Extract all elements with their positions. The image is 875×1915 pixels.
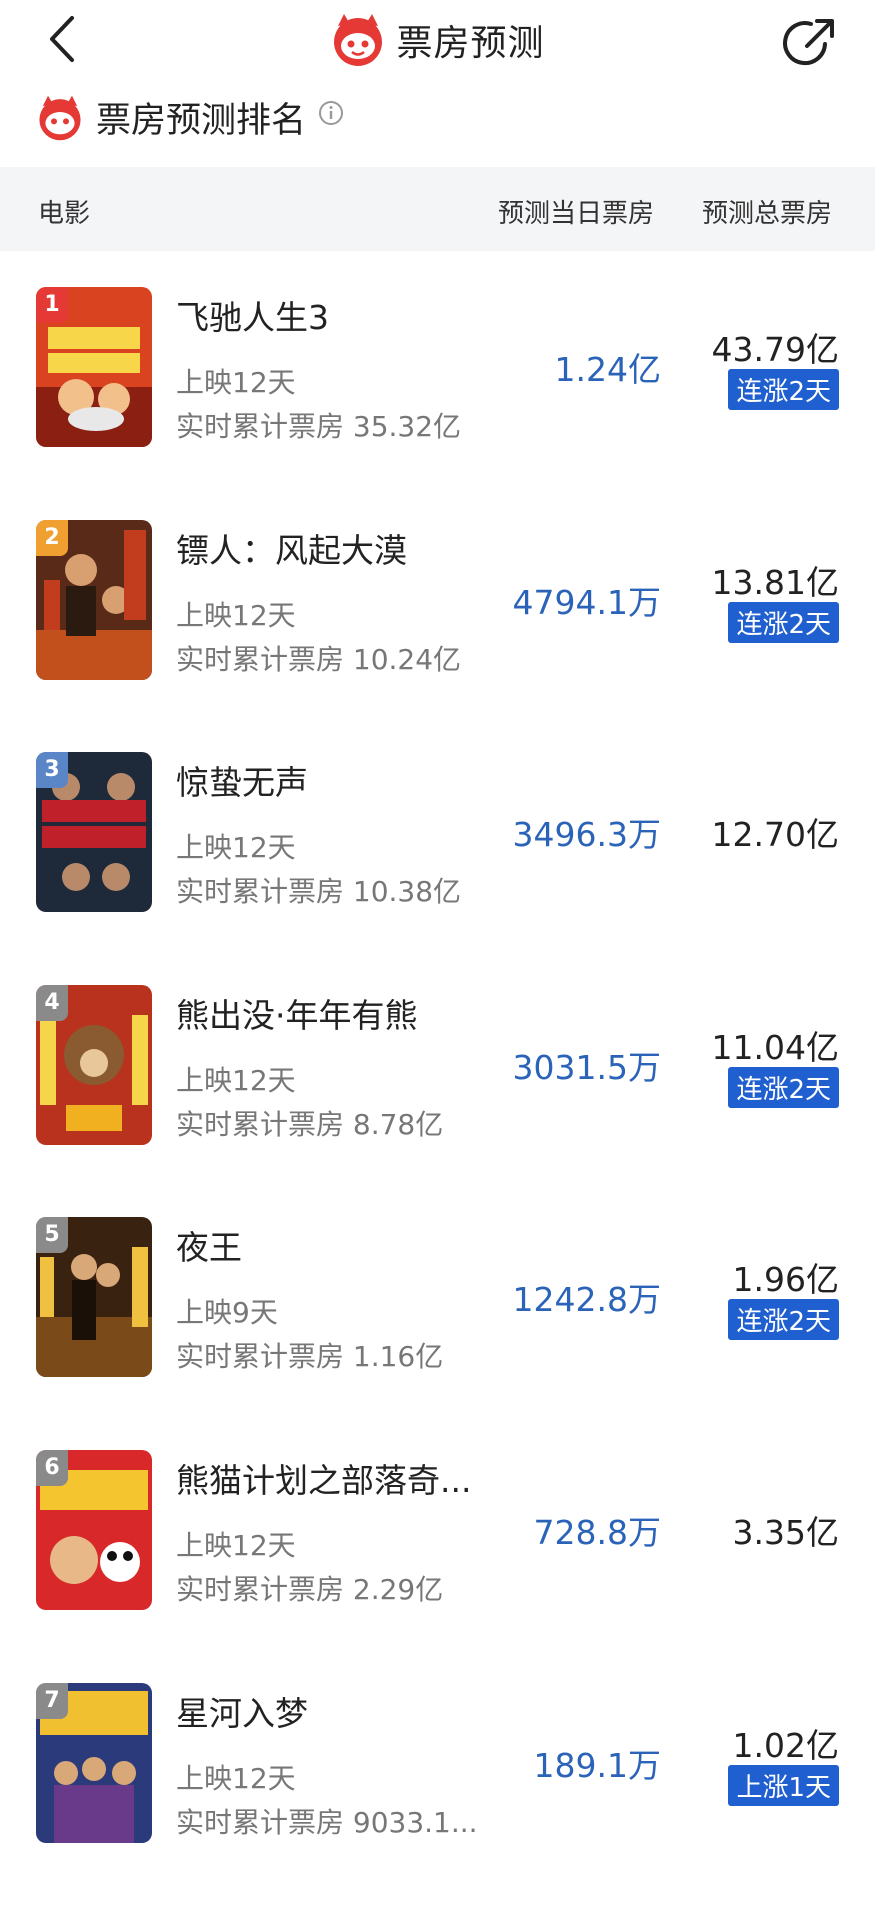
cumulative-box-office: 实时累计票房 10.24亿	[176, 643, 462, 676]
total-forecast-value: 1.02亿	[732, 1726, 839, 1765]
movie-row[interactable]: 6 熊猫计划之部落奇... 上映12天 实时累计票房 2.29亿 728.8万 …	[0, 1450, 875, 1682]
maoyan-cat-logo-icon	[334, 14, 383, 66]
movie-row[interactable]: 7 星河入梦 上映12天 实时累计票房 9033.1... 189.1万 1.0…	[0, 1683, 875, 1915]
days-released: 上映12天	[176, 1529, 296, 1562]
day-forecast-value: 3496.3万	[512, 815, 661, 854]
day-forecast-value: 1.24亿	[554, 350, 661, 389]
movie-title[interactable]: 星河入梦	[176, 1687, 308, 1735]
rank-badge: 1	[36, 287, 68, 323]
movie-row[interactable]: 1 飞驰人生3 上映12天 实时累计票房 35.32亿 1.24亿 43.79亿…	[0, 287, 875, 519]
movie-row[interactable]: 4 熊出没·年年有熊 上映12天 实时累计票房 8.78亿 3031.5万 11…	[0, 985, 875, 1217]
cumulative-box-office: 实时累计票房 8.78亿	[176, 1108, 444, 1141]
table-header: 电影 预测当日票房 预测总票房	[0, 167, 875, 251]
movie-poster: 2	[36, 520, 152, 680]
day-forecast-value: 189.1万	[533, 1746, 661, 1785]
movie-poster: 7	[36, 1683, 152, 1843]
rank-badge: 7	[36, 1683, 68, 1719]
movie-title[interactable]: 镖人：风起大漠	[176, 524, 407, 572]
rank-badge: 3	[36, 752, 68, 788]
section-title: 票房预测排名	[96, 101, 307, 141]
days-released: 上映12天	[176, 1064, 296, 1097]
trend-badge: 连涨2天	[728, 369, 839, 410]
trend-badge: 连涨2天	[728, 602, 839, 643]
cumulative-box-office: 实时累计票房 2.29亿	[176, 1573, 444, 1606]
movie-title[interactable]: 夜王	[176, 1221, 242, 1269]
rank-badge: 5	[36, 1217, 68, 1253]
maoyan-cat-small-icon	[39, 95, 81, 140]
cumulative-box-office: 实时累计票房 9033.1...	[176, 1806, 478, 1839]
section-heading: 票房预测排名	[36, 92, 344, 143]
rank-badge: 4	[36, 985, 68, 1021]
movie-title[interactable]: 飞驰人生3	[176, 291, 329, 339]
days-released: 上映12天	[176, 599, 296, 632]
movie-row[interactable]: 2 镖人：风起大漠 上映12天 实时累计票房 10.24亿 4794.1万 13…	[0, 520, 875, 752]
total-forecast-value: 13.81亿	[711, 563, 839, 602]
day-forecast-value: 728.8万	[533, 1513, 661, 1552]
movie-title[interactable]: 惊蛰无声	[176, 756, 308, 804]
movie-row[interactable]: 5 夜王 上映9天 实时累计票房 1.16亿 1242.8万 1.96亿 连涨2…	[0, 1217, 875, 1449]
days-released: 上映12天	[176, 366, 296, 399]
cumulative-box-office: 实时累计票房 10.38亿	[176, 875, 462, 908]
total-forecast-value: 1.96亿	[732, 1260, 839, 1299]
top-bar: 票房预测	[0, 0, 875, 86]
cumulative-box-office: 实时累计票房 1.16亿	[176, 1340, 444, 1373]
movie-poster: 5	[36, 1217, 152, 1377]
day-forecast-value: 1242.8万	[512, 1280, 661, 1319]
movie-row[interactable]: 3 惊蛰无声 上映12天 实时累计票房 10.38亿 3496.3万 12.70…	[0, 752, 875, 984]
total-forecast-value: 43.79亿	[711, 330, 839, 369]
trend-badge: 连涨2天	[728, 1067, 839, 1108]
days-released: 上映12天	[176, 1762, 296, 1795]
total-forecast-value: 11.04亿	[711, 1028, 839, 1067]
movie-title[interactable]: 熊出没·年年有熊	[176, 989, 418, 1037]
trend-badge: 上涨1天	[728, 1765, 839, 1806]
column-header-movie: 电影	[38, 199, 91, 229]
page-title: 票房预测	[396, 23, 545, 64]
days-released: 上映12天	[176, 831, 296, 864]
total-forecast-value: 12.70亿	[711, 815, 839, 854]
info-icon[interactable]	[318, 100, 344, 126]
cumulative-box-office: 实时累计票房 35.32亿	[176, 410, 462, 443]
movie-title[interactable]: 熊猫计划之部落奇...	[176, 1454, 471, 1502]
share-icon[interactable]	[781, 14, 839, 72]
title-group: 票房预测	[0, 12, 875, 68]
rank-badge: 2	[36, 520, 68, 556]
column-header-total-forecast[interactable]: 预测总票房	[702, 193, 832, 230]
movie-poster: 3	[36, 752, 152, 912]
movie-poster: 1	[36, 287, 152, 447]
day-forecast-value: 4794.1万	[512, 583, 661, 622]
total-forecast-value: 3.35亿	[732, 1513, 839, 1552]
trend-badge: 连涨2天	[728, 1299, 839, 1340]
movie-poster: 6	[36, 1450, 152, 1610]
column-header-day-forecast[interactable]: 预测当日票房	[498, 193, 654, 230]
movie-poster: 4	[36, 985, 152, 1145]
rank-badge: 6	[36, 1450, 68, 1486]
day-forecast-value: 3031.5万	[512, 1048, 661, 1087]
days-released: 上映9天	[176, 1296, 278, 1329]
